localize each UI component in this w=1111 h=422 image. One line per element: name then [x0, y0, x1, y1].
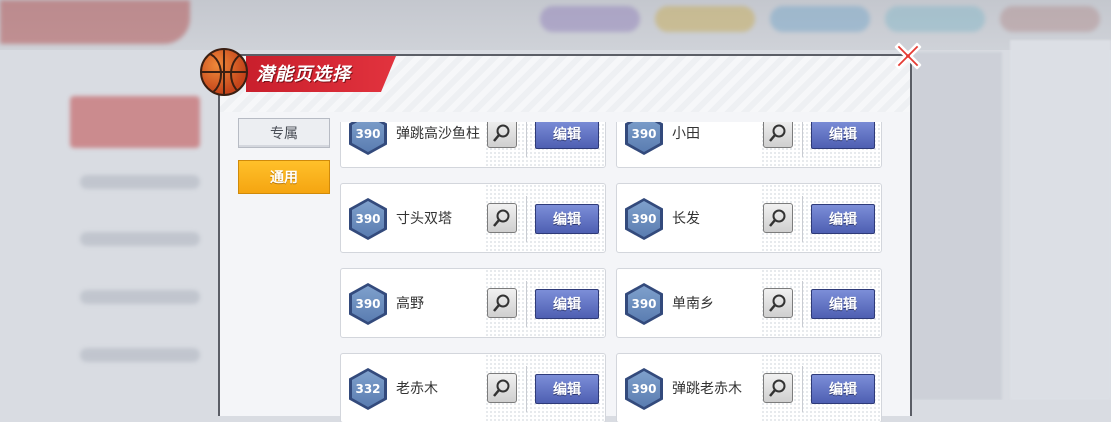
rating-badge: 390 — [625, 283, 663, 325]
rating-badge: 390 — [625, 122, 663, 155]
magnifier-icon[interactable] — [763, 203, 793, 233]
player-list[interactable]: 390 弹跳高沙鱼柱 编辑 390 小田 编辑 390 寸头双塔 编辑 390 … — [340, 122, 886, 422]
edit-button[interactable]: 编辑 — [811, 204, 875, 234]
rating-badge: 332 — [349, 368, 387, 410]
magnifier-icon[interactable] — [763, 373, 793, 403]
bg-back-button — [0, 0, 190, 44]
dialog-title: 潜能页选择 — [256, 64, 351, 85]
divider — [802, 196, 803, 242]
divider — [526, 122, 527, 157]
basketball-icon — [200, 48, 248, 96]
divider — [802, 366, 803, 412]
bg-currency-pill — [770, 6, 870, 32]
bg-right-panel — [1010, 40, 1111, 400]
rating-badge: 390 — [625, 198, 663, 240]
list-item[interactable]: 390 寸头双塔 编辑 — [340, 183, 606, 253]
list-item[interactable]: 332 老赤木 编辑 — [340, 353, 606, 422]
player-name: 弹跳老赤木 — [672, 381, 742, 397]
player-name: 弹跳高沙鱼柱 — [396, 126, 480, 142]
bg-currency-pill — [540, 6, 640, 32]
rating-badge: 390 — [625, 368, 663, 410]
bg-side-row — [80, 348, 200, 362]
player-name: 高野 — [396, 296, 424, 312]
list-item[interactable]: 390 高野 编辑 — [340, 268, 606, 338]
list-item[interactable]: 390 弹跳老赤木 编辑 — [616, 353, 882, 422]
player-name: 单南乡 — [672, 296, 714, 312]
magnifier-icon[interactable] — [763, 122, 793, 148]
edit-button[interactable]: 编辑 — [535, 122, 599, 149]
divider — [526, 366, 527, 412]
player-name: 长发 — [672, 211, 700, 227]
rating-badge: 390 — [349, 198, 387, 240]
edit-button[interactable]: 编辑 — [535, 204, 599, 234]
player-name: 寸头双塔 — [396, 211, 452, 227]
list-item[interactable]: 390 单南乡 编辑 — [616, 268, 882, 338]
close-icon — [894, 42, 922, 70]
bg-side-row — [80, 175, 200, 189]
magnifier-icon[interactable] — [487, 373, 517, 403]
divider — [802, 122, 803, 157]
magnifier-icon[interactable] — [487, 203, 517, 233]
bg-side-row — [80, 290, 200, 304]
divider — [526, 196, 527, 242]
tab-general[interactable]: 通用 — [238, 160, 330, 194]
magnifier-icon[interactable] — [487, 288, 517, 318]
edit-button[interactable]: 编辑 — [811, 122, 875, 149]
bg-currency-pill — [655, 6, 755, 32]
rating-badge: 390 — [349, 283, 387, 325]
rating-badge: 390 — [349, 122, 387, 155]
player-name: 老赤木 — [396, 381, 438, 397]
close-button[interactable] — [888, 36, 928, 76]
bg-right-panel — [912, 52, 1002, 400]
tab-exclusive[interactable]: 专属 — [238, 118, 330, 148]
magnifier-icon[interactable] — [763, 288, 793, 318]
player-name: 小田 — [672, 126, 700, 142]
list-item[interactable]: 390 长发 编辑 — [616, 183, 882, 253]
magnifier-icon[interactable] — [487, 122, 517, 148]
potential-page-dialog: 潜能页选择 专属 通用 390 弹跳高沙鱼柱 编辑 390 小田 编辑 390 … — [218, 54, 912, 422]
edit-button[interactable]: 编辑 — [535, 289, 599, 319]
bg-side-selected — [70, 96, 200, 148]
list-item[interactable]: 390 弹跳高沙鱼柱 编辑 — [340, 122, 606, 168]
bg-currency-pill — [885, 6, 985, 32]
list-item[interactable]: 390 小田 编辑 — [616, 122, 882, 168]
divider — [526, 281, 527, 327]
bg-currency-pill — [1000, 6, 1100, 32]
edit-button[interactable]: 编辑 — [811, 289, 875, 319]
bg-side-row — [80, 232, 200, 246]
divider — [802, 281, 803, 327]
